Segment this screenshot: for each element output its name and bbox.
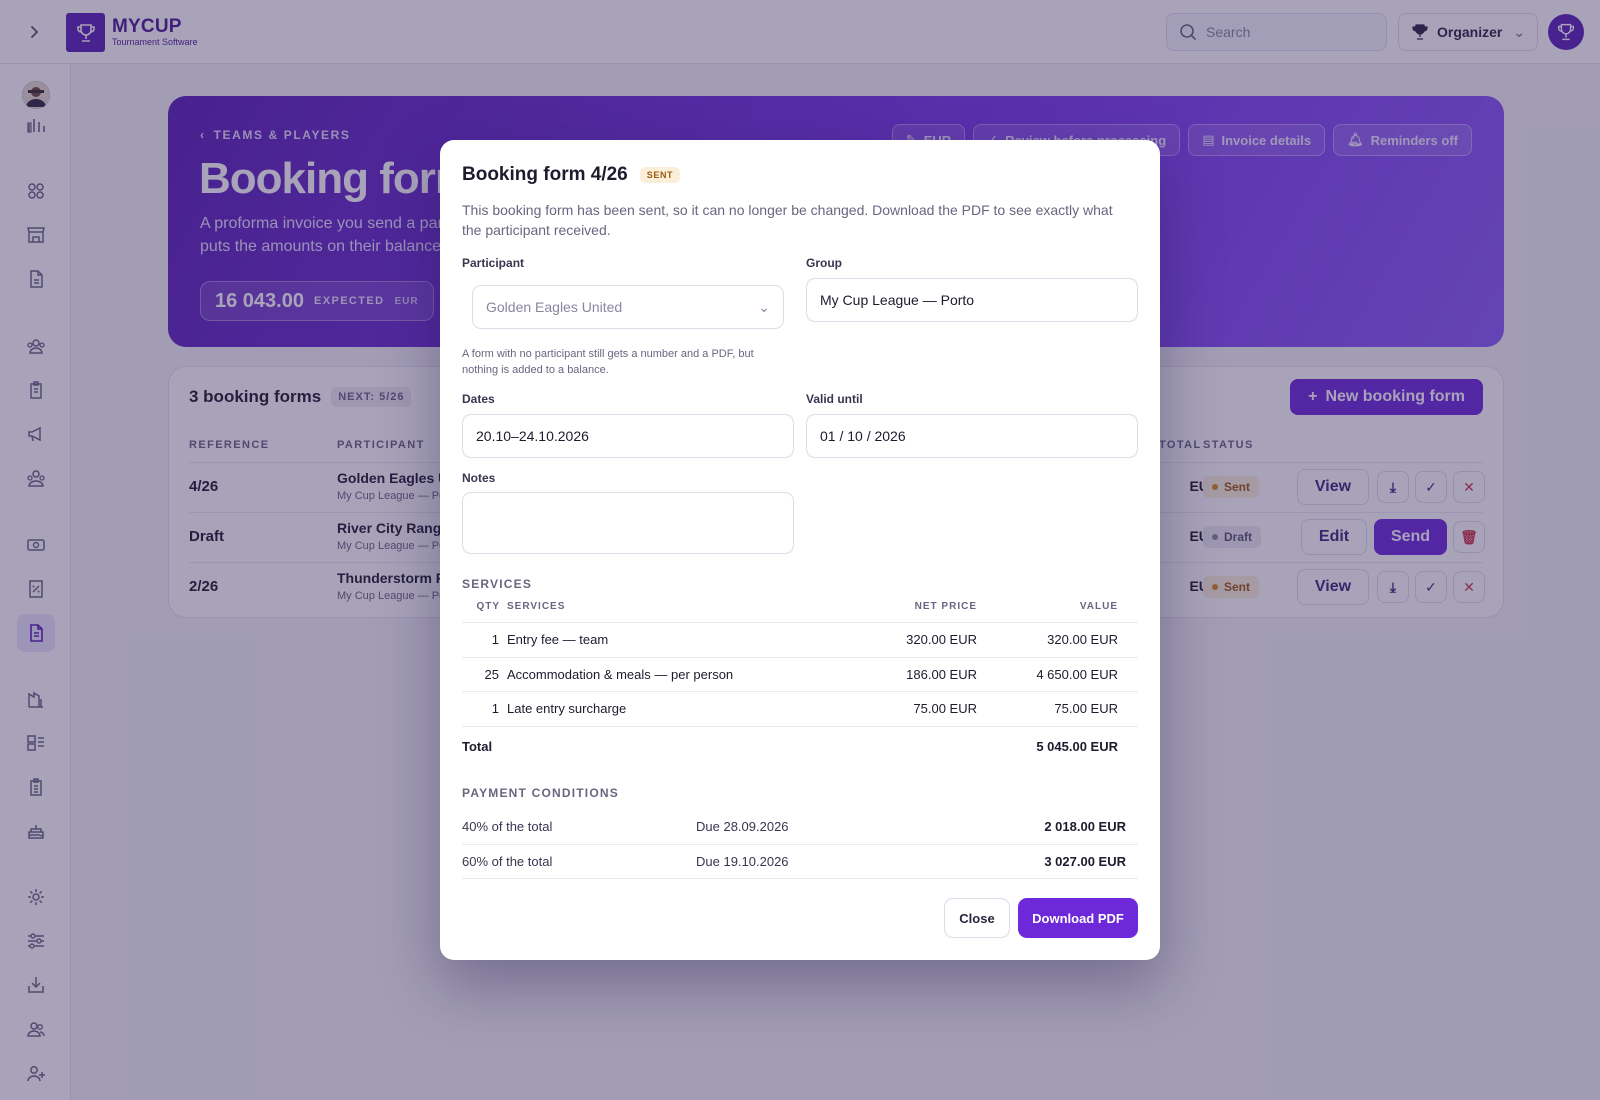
service-name: Entry fee — team (507, 632, 609, 647)
divider (462, 657, 1138, 658)
valid-until-field[interactable]: 01 / 10 / 2026 (806, 414, 1138, 458)
dates-field[interactable]: 20.10–24.10.2026 (462, 414, 794, 458)
service-qty: 1 (491, 701, 499, 716)
dates-label: Dates (462, 392, 495, 406)
chevron-down-icon: ⌄ (758, 298, 770, 315)
status-badge: SENT (639, 167, 681, 183)
payment-conditions-title: PAYMENT CONDITIONS (462, 786, 619, 800)
modal-title-text: Booking form 4/26 (462, 164, 628, 185)
download-pdf-button[interactable]: Download PDF (1018, 898, 1138, 938)
column-header-net-price: NET PRICE (914, 601, 977, 612)
payment-due: Due 28.09.2026 (696, 819, 789, 834)
modal-description: This booking form has been sent, so it c… (462, 202, 1113, 238)
service-qty: 1 (491, 632, 499, 647)
service-qty: 25 (484, 667, 499, 682)
payment-amount: 3 027.00 EUR (1044, 854, 1126, 869)
close-button[interactable]: Close (944, 898, 1010, 938)
divider (462, 844, 1138, 845)
dates-value: 20.10–24.10.2026 (476, 428, 589, 444)
column-header-qty: QTY (476, 601, 500, 612)
service-value: 75.00 EUR (1054, 701, 1118, 716)
payment-share: 40% of the total (462, 819, 553, 834)
participant-hint: A form with no participant still gets a … (462, 348, 754, 376)
service-net-price: 75.00 EUR (913, 701, 977, 716)
notes-label: Notes (462, 471, 496, 485)
service-value: 320.00 EUR (1047, 632, 1118, 647)
total-value: 5 045.00 EUR (1036, 739, 1118, 754)
valid-until-label: Valid until (806, 392, 863, 406)
column-header-value: VALUE (1079, 601, 1118, 612)
booking-form-modal: Booking form 4/26 SENT This booking form… (440, 140, 1160, 960)
notes-textarea[interactable] (462, 492, 794, 554)
payment-amount: 2 018.00 EUR (1044, 819, 1126, 834)
group-label: Group (806, 256, 842, 270)
payment-due: Due 19.10.2026 (696, 854, 789, 869)
service-value: 4 650.00 EUR (1036, 667, 1118, 682)
service-name: Accommodation & meals — per person (507, 667, 734, 682)
service-net-price: 320.00 EUR (906, 632, 977, 647)
participant-label: Participant (462, 256, 525, 270)
divider (462, 726, 1138, 727)
group-value: My Cup League — Porto (820, 292, 975, 308)
modal-title: Booking form 4/26 SENT (462, 164, 681, 186)
divider (462, 622, 1138, 623)
column-header-services: SERVICES (507, 601, 566, 612)
total-label: Total (462, 739, 493, 754)
participant-value: Golden Eagles United (486, 299, 623, 315)
services-title: SERVICES (462, 577, 533, 591)
service-net-price: 186.00 EUR (906, 667, 977, 682)
group-field[interactable]: My Cup League — Porto (806, 278, 1138, 322)
divider (462, 691, 1138, 692)
divider (462, 878, 1138, 879)
valid-until-value: 01 / 10 / 2026 (820, 428, 906, 444)
payment-share: 60% of the total (462, 854, 553, 869)
participant-select[interactable]: Golden Eagles United ⌄ (472, 285, 784, 329)
service-name: Late entry surcharge (507, 701, 627, 716)
